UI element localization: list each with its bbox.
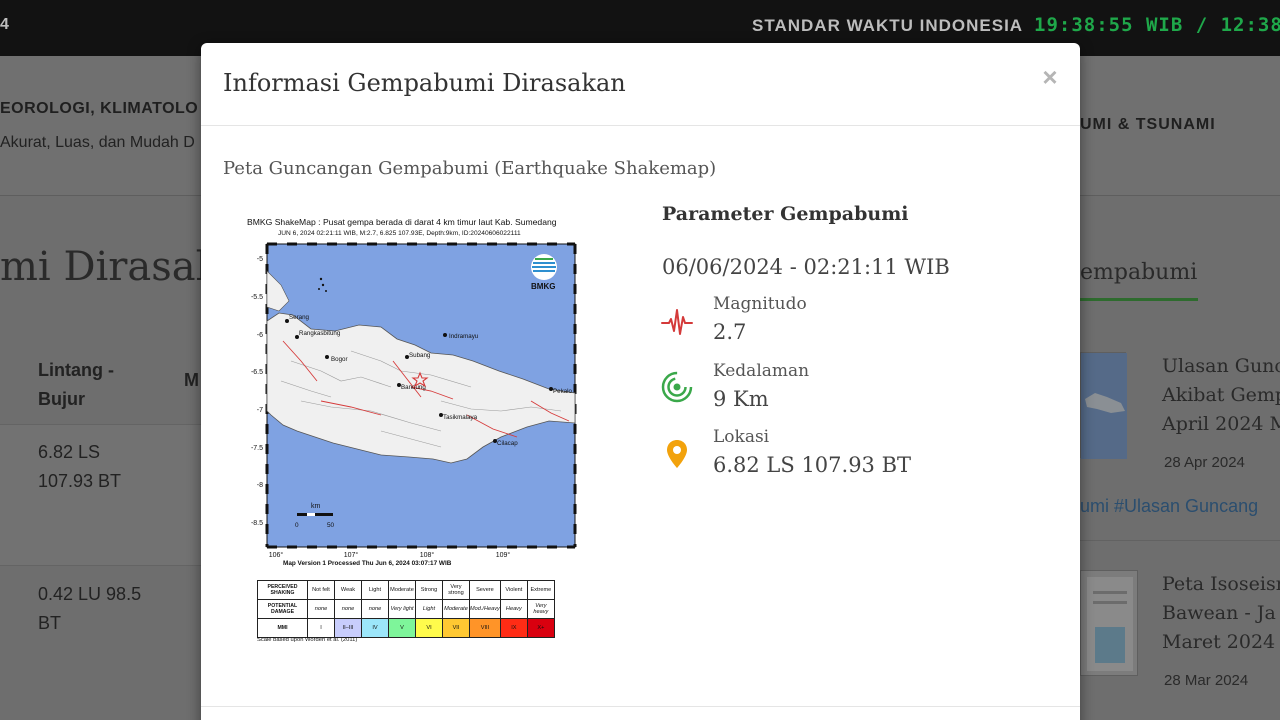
news-item-date: 28 Apr 2024 <box>1164 454 1245 471</box>
column-header-lintang-bujur: Lintang - Bujur <box>38 360 114 409</box>
svg-text:-5.5: -5.5 <box>251 294 263 301</box>
svg-text:-8.5: -8.5 <box>251 520 263 527</box>
tab-active-underline <box>1080 298 1198 301</box>
document-thumbnail-icon <box>1087 577 1133 671</box>
map-thumbnail-icon <box>1081 353 1127 459</box>
location-label: Lokasi <box>713 427 770 447</box>
org-name: EOROLOGI, KLIMATOLO <box>0 100 199 117</box>
news-item-title[interactable]: Peta Isoseisn Bawean - Ja Maret 2024 <box>1162 570 1280 657</box>
shakemap-image[interactable]: Serang Rangkasbitung Bogor Indramayu Sub… <box>231 211 601 651</box>
shakemap-title: BMKG ShakeMap : Pusat gempa berada di da… <box>247 217 557 227</box>
news-tags[interactable]: umi #Ulasan Guncang <box>1080 496 1258 517</box>
modal-title: Informasi Gempabumi Dirasakan <box>223 69 626 97</box>
svg-text:50: 50 <box>327 522 335 529</box>
mmi-legend-table: PERCEIVED SHAKING Not felt Weak Light Mo… <box>257 580 555 638</box>
svg-text:km: km <box>311 503 321 510</box>
table-cell-lintang-bujur: 6.82 LS 107.93 BT <box>38 442 122 491</box>
svg-text:109°: 109° <box>496 551 511 559</box>
city-label: Indramayu <box>449 333 479 340</box>
city-label: Subang <box>409 352 431 359</box>
row-label: PERCEIVED SHAKING <box>257 580 308 600</box>
bmkg-logo-icon: BMKG <box>531 254 557 291</box>
svg-text:-7: -7 <box>257 407 263 414</box>
news-thumbnail[interactable] <box>1080 570 1138 676</box>
svg-text:-5: -5 <box>257 256 263 263</box>
magnitude-value: 2.7 <box>713 320 747 344</box>
location-value: 6.82 LS 107.93 BT <box>713 453 912 477</box>
location-pin-icon <box>667 440 687 468</box>
column-header-magnitude: M <box>184 370 199 390</box>
row-label: POTENTIAL DAMAGE <box>257 599 308 619</box>
news-item-title[interactable]: Ulasan Gunc Akibat Gemp April 2024 M <box>1162 352 1280 439</box>
depth-value: 9 Km <box>713 387 769 411</box>
event-datetime: 06/06/2024 - 02:21:11 WIB <box>662 255 950 279</box>
nav-item-tsunami[interactable]: UMI & TSUNAMI <box>1080 116 1216 134</box>
org-tagline[interactable]: Akurat, Luas, dan Mudah D <box>0 134 195 152</box>
shakemap-version: Map Version 1 Processed Thu Jun 6, 2024 … <box>283 560 452 567</box>
table-cell-lintang-bujur: 0.42 LU 98.5 BT <box>38 584 142 633</box>
svg-text:-7.5: -7.5 <box>251 445 263 452</box>
digital-clock: 19:38:55 WIB / 12:38:55 <box>1034 14 1280 36</box>
svg-text:-6: -6 <box>257 332 263 339</box>
news-thumbnail[interactable] <box>1080 352 1127 459</box>
topbar-left-text: 4 <box>0 16 9 33</box>
shakemap-section-title: Peta Guncangan Gempabumi (Earthquake Sha… <box>223 158 717 179</box>
earthquake-info-modal: Informasi Gempabumi Dirasakan × Peta Gun… <box>201 43 1080 720</box>
depth-rings-icon <box>661 371 693 403</box>
tab-gempabumi[interactable]: empabumi <box>1080 260 1197 285</box>
parameter-heading: Parameter Gempabumi <box>662 203 909 225</box>
svg-text:-8: -8 <box>257 482 263 489</box>
row-label: MMI <box>257 618 308 638</box>
news-item-date: 28 Mar 2024 <box>1164 672 1249 689</box>
svg-text:107°: 107° <box>344 551 359 559</box>
magnitude-label: Magnitudo <box>713 294 807 314</box>
svg-text:108°: 108° <box>420 551 435 559</box>
divider <box>1080 540 1280 541</box>
time-standard-label: STANDAR WAKTU INDONESIA <box>752 16 1024 35</box>
close-button[interactable]: × <box>1039 63 1061 91</box>
city-label: Rangkasbitung <box>299 330 341 337</box>
city-label: Pekalo <box>553 388 572 395</box>
seismograph-icon <box>661 309 693 335</box>
depth-label: Kedalaman <box>713 361 810 381</box>
shakemap-subtitle: JUN 6, 2024 02:21:11 WIB, M:2.7, 6.825 1… <box>278 230 521 237</box>
svg-text:0: 0 <box>295 522 299 529</box>
modal-header: Informasi Gempabumi Dirasakan × <box>201 43 1080 126</box>
city-label: Cilacap <box>497 440 518 447</box>
city-label: Bogor <box>331 356 348 363</box>
svg-text:106°: 106° <box>269 551 284 559</box>
city-label: Tasikmalaya <box>443 414 478 421</box>
page-heading: mi Dirasak <box>0 244 220 290</box>
modal-footer-divider <box>201 706 1080 707</box>
svg-text:-6.5: -6.5 <box>251 369 263 376</box>
shakemap-credit: Scale based upon Worden et al. (2011) <box>257 637 358 643</box>
svg-text:BMKG: BMKG <box>531 282 555 291</box>
city-label: Serang <box>289 314 310 321</box>
